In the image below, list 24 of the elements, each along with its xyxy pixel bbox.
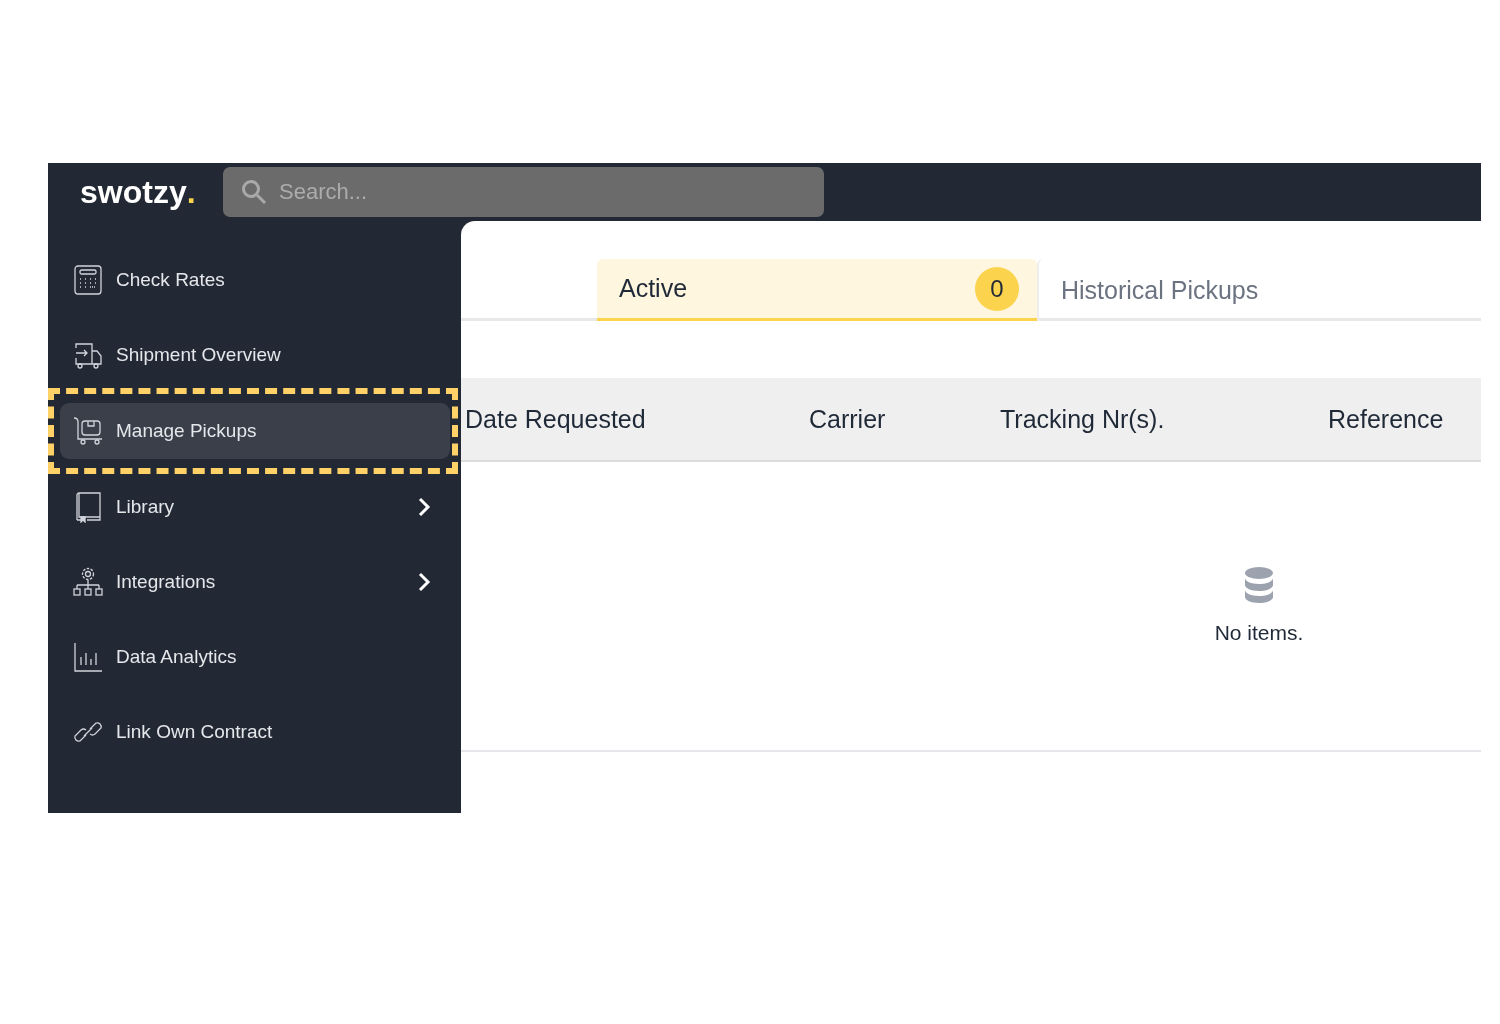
count-badge: 0 [975, 266, 1019, 311]
sidebar-item[interactable]: Manage Pickups [60, 403, 450, 459]
column-header: Carrier [809, 404, 887, 434]
search-field[interactable]: Search... [223, 167, 824, 217]
tab[interactable]: Historical Pickups [1037, 259, 1477, 321]
sidebar-item[interactable]: Integrations [48, 554, 461, 610]
sidebar-item[interactable]: Shipment Overview [48, 327, 461, 383]
column-header: Date Requested [465, 404, 647, 434]
sidebar-item[interactable]: Check Rates [48, 252, 461, 308]
logo-dot: . [186, 173, 196, 211]
network-icon [72, 566, 104, 598]
logo-text: swotzy [80, 173, 187, 211]
database-icon [1244, 567, 1274, 603]
search-icon [241, 179, 267, 205]
bar-chart-icon [72, 641, 104, 673]
column-header: Reference [1328, 404, 1445, 434]
cart-icon [72, 415, 104, 447]
column-header: Tracking Nr(s). [1000, 404, 1166, 434]
tab[interactable]: Active 0 [597, 259, 1037, 321]
calculator-icon [72, 264, 104, 296]
empty-message: No items. [1214, 621, 1304, 645]
sidebar-item[interactable]: Link Own Contract [48, 704, 461, 760]
sidebar-item[interactable]: Library [48, 479, 461, 535]
sidebar-item[interactable]: Data Analytics [48, 629, 461, 685]
